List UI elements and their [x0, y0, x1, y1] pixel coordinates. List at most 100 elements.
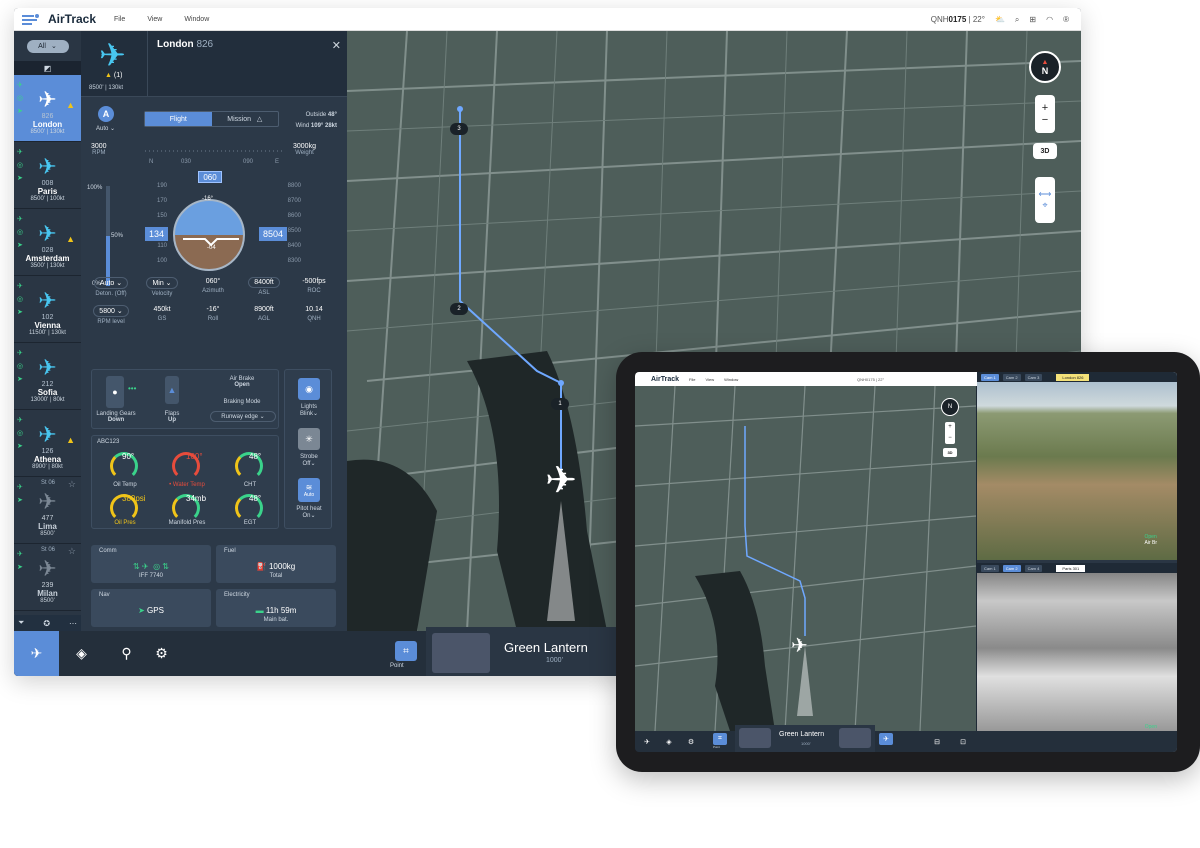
wifi-icon[interactable]: ◠ [1046, 15, 1053, 24]
aircraft-item-vienna[interactable]: ✈ ◎ ➤ ✈ 102 Vienna 11500' | 130kt [14, 276, 81, 343]
braking-mode-dropdown[interactable]: Runway edge ⌄ [210, 411, 276, 422]
weight-readout: 3000kg Weight [293, 143, 316, 156]
fuel-card[interactable]: Fuel ⛽ 1000kg Total [216, 545, 336, 583]
favorite-filter-icon[interactable]: ✪ [43, 619, 50, 628]
menu-file[interactable]: File [114, 16, 125, 23]
aircraft-item-paris[interactable]: ✈ ◎ ➤ ✈ 008 Paris 8500' | 100kt [14, 142, 81, 209]
star-icon[interactable]: ☆ [68, 479, 76, 490]
braking-mode-label: Braking Mode [223, 399, 261, 405]
lights-card: ◉ Lights Blink⌄ ✳ Strobe Off⌄ ≋ Auto Pitot … [284, 369, 332, 529]
readout-rpm-level[interactable]: 5800 ⌄ RPM level [86, 305, 136, 325]
registered-icon[interactable]: ® [1063, 15, 1069, 24]
waypoint-3[interactable]: 3 [450, 123, 468, 135]
view-3d-button[interactable]: 3D [1033, 143, 1057, 159]
cam-tab[interactable]: Cam 2 [1002, 564, 1021, 572]
collapse-icon[interactable]: ⏷ [18, 618, 24, 628]
comm-card[interactable]: Comm ⇅ ✈ ◎ ⇅ IFF 7740 [91, 545, 211, 583]
zoom-out-button[interactable]: − [1042, 114, 1048, 126]
camera-feed-top[interactable]: Cam 1 Cam 2 Cam 3 London 826 Open Air Br [977, 372, 1177, 560]
layers-button[interactable]: ◈ [59, 631, 104, 676]
measure-icon[interactable]: ⟷ [1039, 189, 1052, 200]
aircraft-item-london[interactable]: ✈ ◎ ➤ ✈ ▲ 826 London 8500' | 130kt [14, 75, 81, 142]
ipad-camera-name: Green Lantern [779, 731, 825, 738]
cam-tab[interactable]: Cam 1 [981, 564, 999, 572]
waypoint-2[interactable]: 2 [450, 303, 468, 315]
close-icon[interactable]: ✕ [332, 39, 341, 52]
readout-asl[interactable]: 8400ft ASL [239, 277, 289, 296]
aircraft-item-athena[interactable]: ✈ ◎ ➤ ✈ ▲ 126 Athena 8900' | 80kt [14, 410, 81, 477]
ipad-camera-thumb-right[interactable] [839, 728, 871, 748]
aircraft-meta: 11500' | 130kt [29, 330, 66, 336]
settings-button[interactable]: ⚙ [139, 631, 184, 676]
compass-button[interactable]: ▲ N [1029, 51, 1061, 83]
zoom-in-button[interactable]: + [1042, 102, 1048, 114]
gps-icon: ◎ [17, 363, 24, 370]
landing-gear-label: Landing Gears Down [96, 411, 136, 423]
ipad-point-label: Point [713, 745, 720, 749]
ipad-aircraft-button[interactable]: ✈ [637, 731, 657, 752]
ipad-aircraft-select-button[interactable]: ✈ [879, 733, 893, 745]
fuel-sub: Total [269, 573, 283, 579]
readout-velocity[interactable]: Min ⌄ Velocity [137, 277, 187, 297]
nav-arrow-icon: ➤ [17, 564, 23, 571]
camera-thumb-left[interactable] [432, 633, 490, 673]
cam-tab[interactable]: Cam 2 [1002, 373, 1021, 381]
ipad-compass-button[interactable]: N [941, 398, 959, 416]
tab-flight[interactable]: Flight [145, 112, 212, 126]
ipad-aircraft-marker-icon[interactable]: ✈ [791, 636, 808, 656]
aircraft-tab-button[interactable]: ✈ [14, 631, 59, 676]
electricity-card[interactable]: Electricity ▬ 11h 59m Main bat. [216, 589, 336, 627]
readout-deton[interactable]: Auto ⌄ Deton. (Off) [86, 277, 136, 297]
weather-icon[interactable]: ⛅ [995, 15, 1005, 24]
aircraft-num: 102 [41, 314, 54, 321]
aircraft-meta: 8500' | 100kt [30, 196, 65, 202]
ipad-menu-view[interactable]: View [705, 377, 714, 382]
aircraft-item-lima[interactable]: ✈ ➤ St 06 ☆ ✈ 477 Lima 8500' [14, 477, 81, 544]
aircraft-marker-icon[interactable]: ✈ [533, 461, 589, 501]
pitot-heat-button[interactable]: ≋ Auto [298, 478, 320, 502]
ipad-map-view[interactable]: ✈ N + − 3D [635, 386, 976, 731]
ipad-point-button[interactable]: ⌗ [713, 733, 727, 745]
alert-indicator[interactable]: ▲ (1) [105, 72, 122, 79]
ipad-menu-file[interactable]: File [689, 377, 695, 382]
camera-feed-bottom[interactable]: Cam 1 Cam 2 Cam 4 Paris 301 Open [977, 563, 1177, 752]
tab-mission[interactable]: Mission △ [212, 112, 279, 126]
aircraft-name: Amsterdam [25, 254, 70, 263]
altitude-scale: 8800 8700 8600 8500 8400 8300 [287, 183, 301, 264]
flaps-toggle[interactable]: ▲ [165, 376, 179, 404]
ipad-zoom-control[interactable]: + − [945, 422, 955, 444]
cam-tab[interactable]: Cam 1 [981, 373, 999, 381]
plane-icon: ✈ [38, 556, 57, 581]
cam-tab[interactable]: Cam 3 [1024, 373, 1043, 381]
strobe-button[interactable]: ✳ [298, 428, 320, 450]
ipad-camera-thumb-left[interactable] [739, 728, 771, 748]
cam-tab[interactable]: Cam 4 [1024, 564, 1043, 572]
aircraft-item-amsterdam[interactable]: ✈ ◎ ➤ ✈ ▲ 028 Amsterdam 3500' | 130kt [14, 209, 81, 276]
point-button[interactable]: ⌗ [395, 641, 417, 661]
aircraft-num: 477 [41, 515, 54, 522]
landing-gear-toggle[interactable]: ● [106, 376, 124, 408]
ipad-menu-window[interactable]: Window [724, 377, 738, 382]
star-icon[interactable]: ☆ [68, 546, 76, 557]
search-icon[interactable]: ⌕ [1015, 15, 1019, 25]
ipad-split-button[interactable]: ⊟ [927, 731, 947, 752]
aircraft-item-sofia[interactable]: ✈ ◎ ➤ ✈ 212 Sofia 13000' | 80kt [14, 343, 81, 410]
ipad-layers-button[interactable]: ◈ [659, 731, 679, 752]
target-icon: ⌗ [718, 735, 722, 742]
network-icon[interactable]: ⊞ [1029, 15, 1036, 24]
aircraft-item-milan[interactable]: ✈ ➤ St 06 ☆ ✈ 239 Milan 8500' [14, 544, 81, 611]
ipad-settings-button[interactable]: ⚙ [681, 731, 701, 752]
location-icon[interactable]: ⌖ [1042, 200, 1047, 211]
ipad-briefcase-button[interactable]: ⊡ [953, 731, 973, 752]
signal-icon: ✈ [17, 82, 23, 89]
more-icon[interactable]: ⋯ [69, 619, 77, 628]
qnh-readout: QNH0175 | 22° [930, 15, 985, 24]
filter-dropdown[interactable]: All ⌄ [26, 39, 69, 53]
nav-card[interactable]: Nav ➤ GPS [91, 589, 211, 627]
menu-view[interactable]: View [147, 16, 162, 23]
waypoint-1[interactable]: 1 [551, 398, 569, 410]
lights-button[interactable]: ◉ [298, 378, 320, 400]
menu-window[interactable]: Window [184, 16, 209, 23]
autopilot-badge[interactable]: A [98, 106, 114, 122]
ipad-3d-button[interactable]: 3D [943, 448, 957, 457]
